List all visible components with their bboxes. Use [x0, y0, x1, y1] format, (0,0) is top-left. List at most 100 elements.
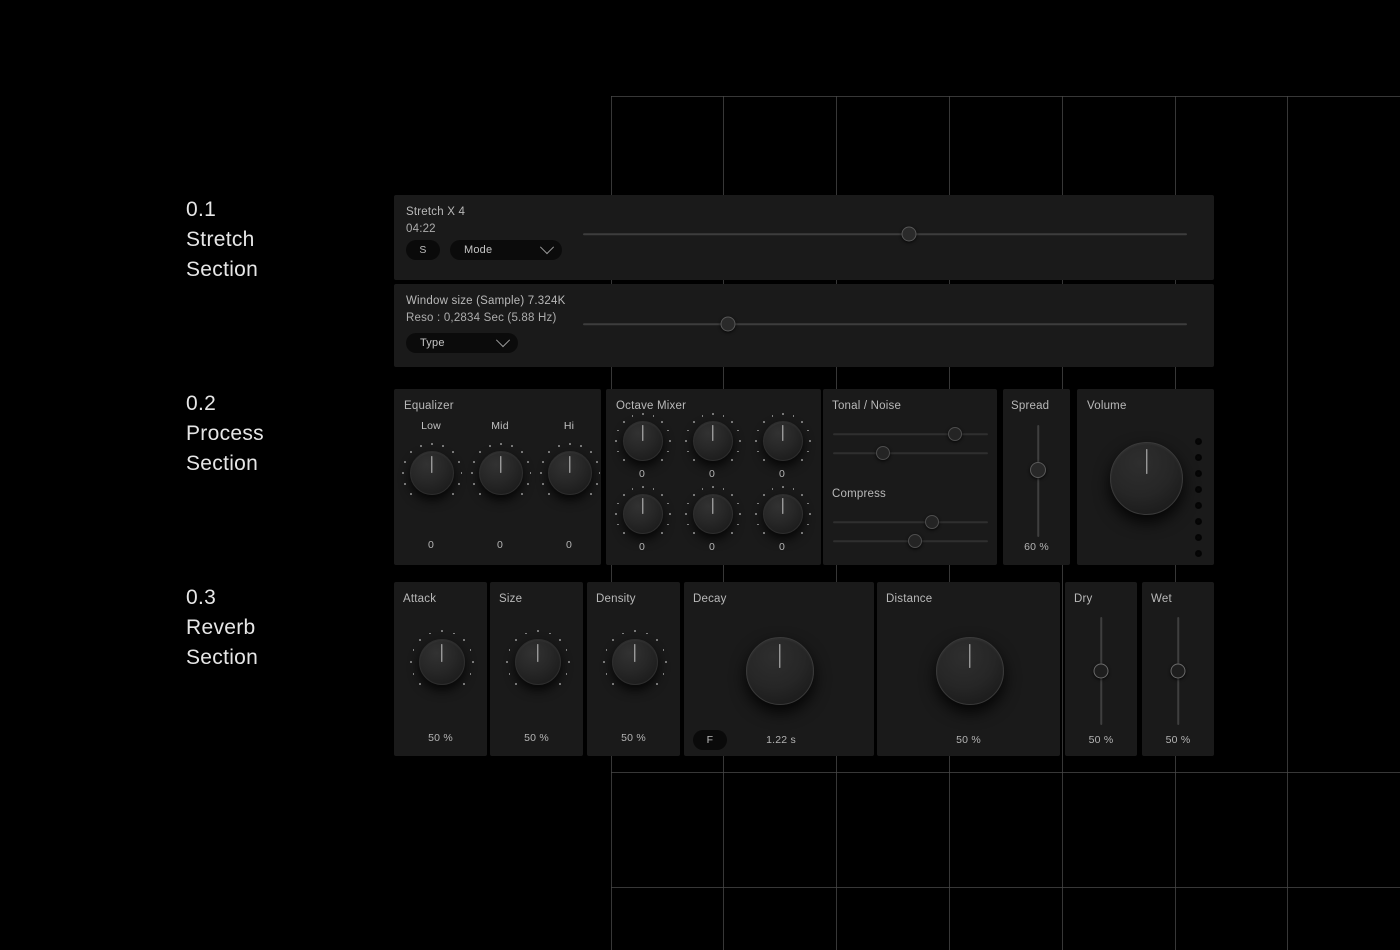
volume-led: [1195, 502, 1202, 509]
volume-led: [1195, 454, 1202, 461]
octave-value-3: 0: [778, 468, 786, 480]
mode-dropdown-label: Mode: [464, 244, 493, 256]
spread-title: Spread: [1011, 400, 1050, 412]
grid-line-horizontal: [611, 96, 1400, 97]
compress-slider-1[interactable]: [833, 514, 988, 530]
slider-thumb[interactable]: [1093, 663, 1109, 679]
volume-led: [1195, 550, 1202, 557]
volume-title: Volume: [1087, 400, 1127, 412]
volume-panel: Volume: [1077, 389, 1214, 565]
slider-thumb[interactable]: [875, 446, 890, 460]
density-value: 50 %: [621, 732, 646, 744]
octave-knob-1[interactable]: [614, 412, 672, 462]
wet-value: 50 %: [1165, 734, 1191, 746]
type-dropdown[interactable]: Type: [406, 333, 518, 353]
stretch-panel: Stretch X 4 04:22 S Mode: [394, 195, 1214, 280]
octave-knob-6[interactable]: [754, 485, 812, 535]
decay-knob[interactable]: [746, 637, 814, 705]
slider-track: [833, 521, 988, 523]
density-knob[interactable]: [603, 630, 667, 685]
distance-knob[interactable]: [936, 637, 1004, 705]
size-knob[interactable]: [506, 630, 570, 685]
slider-track: [583, 233, 1187, 235]
compress-title: Compress: [832, 488, 887, 500]
eq-label-mid: Mid: [491, 420, 509, 432]
slider-thumb[interactable]: [720, 316, 736, 332]
density-title: Density: [596, 593, 636, 605]
solo-button[interactable]: S: [406, 240, 440, 260]
tonal-noise-panel: Tonal / Noise Compress: [823, 389, 997, 565]
tonal-noise-title: Tonal / Noise: [832, 400, 902, 412]
window-reso: Reso : 0,2834 Sec (5.88 Hz): [406, 312, 557, 324]
section-label-process: 0.2 Process Section: [186, 389, 264, 479]
octave-knob-4[interactable]: [614, 485, 672, 535]
eq-value-hi: 0: [565, 539, 573, 551]
octave-mixer-title: Octave Mixer: [616, 400, 687, 412]
octave-value-6: 0: [778, 541, 786, 553]
attack-value: 50 %: [428, 732, 453, 744]
volume-knob[interactable]: [1110, 442, 1183, 515]
section-title-line2: Section: [186, 258, 259, 281]
distance-panel: Distance 50 %: [877, 582, 1060, 756]
tonal-noise-slider-1[interactable]: [833, 426, 988, 442]
section-number: 0.1: [186, 198, 217, 221]
stretch-title: Stretch X 4: [406, 206, 466, 218]
section-number: 0.2: [186, 392, 217, 415]
section-label-reverb: 0.3 Reverb Section: [186, 583, 258, 673]
slider-track: [1037, 425, 1039, 537]
size-value: 50 %: [524, 732, 549, 744]
decay-freeze-button[interactable]: F: [693, 730, 727, 750]
slider-thumb[interactable]: [1170, 663, 1186, 679]
slider-thumb[interactable]: [1030, 461, 1046, 478]
section-title-line2: Section: [186, 452, 259, 475]
window-size-slider[interactable]: [583, 315, 1187, 333]
octave-value-5: 0: [708, 541, 716, 553]
attack-knob[interactable]: [410, 630, 474, 685]
volume-led: [1195, 438, 1202, 445]
compress-slider-2[interactable]: [833, 533, 988, 549]
slider-thumb[interactable]: [901, 226, 917, 242]
dry-title: Dry: [1074, 593, 1093, 605]
octave-value-1: 0: [638, 468, 646, 480]
octave-mixer-panel: Octave Mixer 0 0 0 0 0 0: [606, 389, 821, 565]
octave-value-2: 0: [708, 468, 716, 480]
mode-dropdown[interactable]: Mode: [450, 240, 562, 260]
slider-thumb[interactable]: [925, 515, 940, 529]
dry-panel: Dry 50 %: [1065, 582, 1137, 756]
stretch-slider[interactable]: [583, 225, 1187, 243]
equalizer-title: Equalizer: [404, 400, 454, 412]
octave-knob-5[interactable]: [684, 485, 742, 535]
eq-knob-mid[interactable]: [470, 442, 532, 495]
volume-led: [1195, 470, 1202, 477]
wet-slider[interactable]: [1170, 617, 1186, 725]
attack-panel: Attack 50 %: [394, 582, 487, 756]
dry-slider[interactable]: [1093, 617, 1109, 725]
dry-value: 50 %: [1088, 734, 1114, 746]
volume-led: [1195, 486, 1202, 493]
stretch-time: 04:22: [406, 223, 436, 235]
wet-panel: Wet 50 %: [1142, 582, 1214, 756]
wet-title: Wet: [1151, 593, 1172, 605]
slider-track: [833, 452, 988, 454]
spread-value: 60 %: [1024, 541, 1049, 553]
octave-knob-3[interactable]: [754, 412, 812, 462]
octave-knob-2[interactable]: [684, 412, 742, 462]
grid-line-horizontal: [611, 887, 1400, 888]
chevron-down-icon: [539, 240, 555, 255]
section-label-stretch: 0.1 Stretch Section: [186, 195, 258, 285]
eq-value-low: 0: [427, 539, 435, 551]
slider-thumb[interactable]: [948, 427, 963, 441]
eq-knob-hi[interactable]: [539, 442, 601, 495]
type-dropdown-label: Type: [420, 337, 445, 349]
spread-slider[interactable]: [1030, 425, 1046, 537]
slider-thumb[interactable]: [908, 534, 923, 548]
section-title-line1: Reverb: [186, 616, 256, 639]
window-size-panel: Window size (Sample) 7.324K Reso : 0,283…: [394, 284, 1214, 367]
eq-knob-low[interactable]: [401, 442, 463, 495]
tonal-noise-slider-2[interactable]: [833, 445, 988, 461]
volume-led-meter: [1195, 438, 1202, 557]
decay-panel: Decay F 1.22 s: [684, 582, 874, 756]
slider-track: [583, 323, 1187, 325]
size-panel: Size 50 %: [490, 582, 583, 756]
eq-label-low: Low: [421, 420, 441, 432]
